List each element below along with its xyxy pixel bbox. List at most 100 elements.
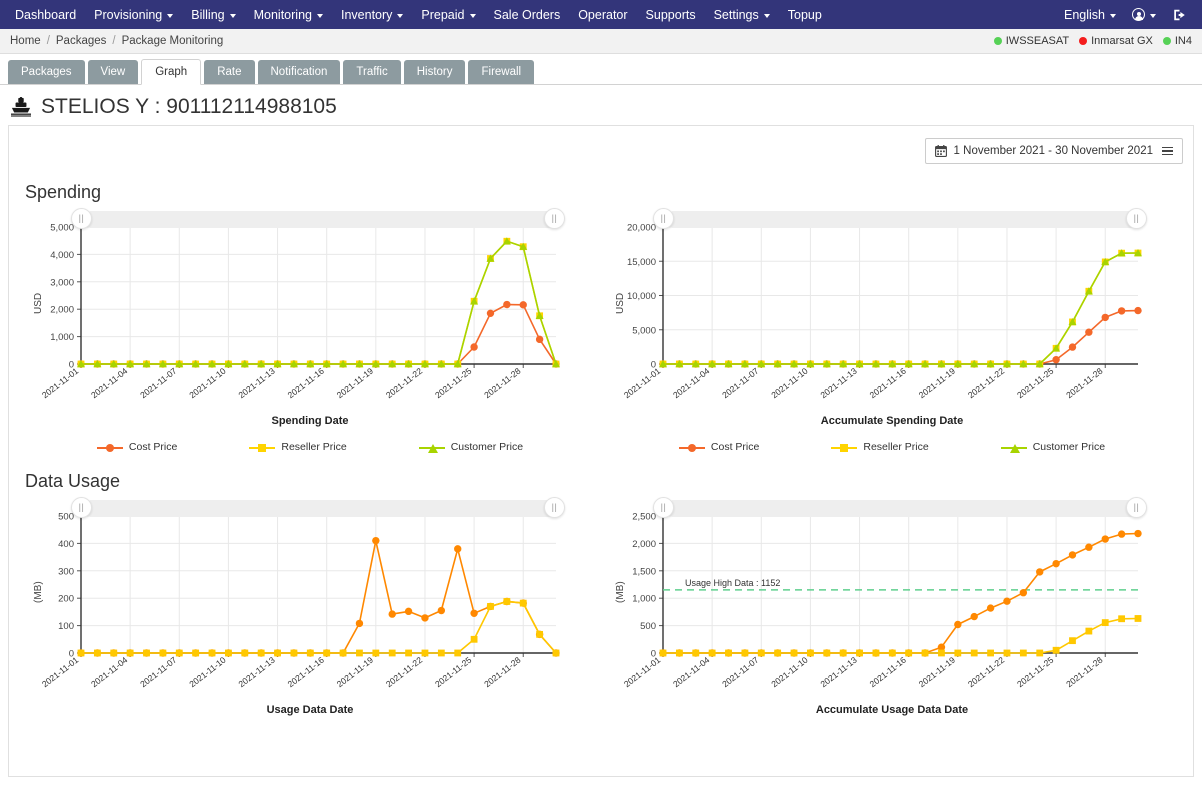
chart-range-handle-left[interactable]: || — [71, 497, 92, 518]
grip-icon: || — [551, 502, 558, 512]
nav-item-operator[interactable]: Operator — [569, 4, 636, 26]
chart-svg: 01,0002,0003,0004,0005,0002021-11-01 2021… — [40, 223, 560, 400]
breadcrumb-bar: Home / Packages / Package Monitoring IWSSEAS… — [0, 29, 1202, 54]
tab-firewall[interactable]: Firewall — [468, 60, 535, 84]
chart-range-handle-left[interactable]: || — [653, 497, 674, 518]
svg-text:3,000: 3,000 — [50, 277, 74, 288]
nav-item-settings[interactable]: Settings — [705, 4, 779, 26]
legend-item-reseller-price[interactable]: Reseller Price — [249, 441, 347, 453]
chart-range-scrollbar[interactable] — [671, 500, 1140, 517]
date-range-label: 1 November 2021 - 30 November 2021 — [953, 145, 1153, 157]
breadcrumb-item-home[interactable]: Home — [10, 35, 41, 47]
top-navbar: Dashboard Provisioning Billing Monitoring In… — [0, 0, 1202, 29]
legend-item-customer-price[interactable]: Customer Price — [1000, 441, 1106, 453]
legend-label-cost-price: Cost Price — [128, 441, 178, 453]
svg-text:2021-11-01: 2021-11-01 — [622, 366, 662, 401]
nav-item-label: Inventory — [340, 7, 393, 22]
tab-view[interactable]: View — [87, 60, 139, 84]
nav-item-billing[interactable]: Billing — [182, 4, 244, 26]
svg-text:400: 400 — [58, 539, 74, 550]
status-badge-inmarsat-gx: Inmarsat GX — [1079, 35, 1153, 47]
svg-text:2021-11-16: 2021-11-16 — [286, 655, 326, 690]
usage-charts-row: || || 0 100 200 300 400 500 2021-11-01 2021-11-04… — [19, 494, 1183, 716]
tab-history[interactable]: History — [403, 60, 466, 84]
chart-range-handle-right[interactable]: || — [1126, 497, 1147, 518]
svg-text:2021-11-04: 2021-11-04 — [671, 366, 711, 401]
tab-graph[interactable]: Graph — [141, 59, 202, 85]
svg-text:2,000: 2,000 — [632, 539, 656, 550]
nav-item-inventory[interactable]: Inventory — [332, 4, 412, 26]
chart-usage-accumulate: || || 0 500 1,000 1,500 2,000 2,500 2021-11-01 20… — [601, 494, 1183, 716]
network-status-list: IWSSEASAT Inmarsat GX IN4 — [993, 35, 1192, 47]
cost-price-key-icon — [678, 442, 705, 453]
breadcrumb-separator: / — [112, 35, 116, 47]
svg-text:2021-11-19: 2021-11-19 — [917, 366, 957, 401]
chart-svg: 05001,0001,5002,0002,5002021-11-01 2021-1… — [622, 512, 1142, 690]
grip-icon: || — [78, 502, 85, 512]
status-label: Inmarsat GX — [1091, 35, 1153, 47]
chart-range-handle-right[interactable]: || — [1126, 208, 1147, 229]
tab-bar: Packages View Graph Rate Notification Traffic… — [0, 54, 1202, 85]
yaxis-title: USD — [615, 292, 626, 314]
svg-text:2021-11-13: 2021-11-13 — [236, 655, 276, 690]
status-dot-icon — [1079, 37, 1088, 45]
svg-text:2021-11-10: 2021-11-10 — [187, 655, 227, 690]
chevron-down-icon — [1110, 13, 1116, 18]
xaxis-title-spending-accumulate: Accumulate Spending Date — [820, 415, 964, 427]
chart-range-handle-right[interactable]: || — [544, 497, 565, 518]
legend-label-customer-price: Customer Price — [1032, 441, 1106, 453]
chart-canvas-spending-accumulate[interactable]: || || 0 5,000 10,000 15,000 20,000 2021-11-01 20… — [601, 205, 1183, 413]
svg-text:2021-11-22: 2021-11-22 — [966, 366, 1006, 401]
chart-range-handle-left[interactable]: || — [653, 208, 674, 229]
logout-button[interactable] — [1165, 4, 1194, 26]
date-range-picker[interactable]: 1 November 2021 - 30 November 2021 — [924, 138, 1183, 164]
status-badge-in4: IN4 — [1162, 35, 1192, 47]
chart-canvas-usage-accumulate[interactable]: || || 0 500 1,000 1,500 2,000 2,500 2021-11-01 20… — [601, 494, 1183, 702]
nav-item-label: Topup — [787, 7, 822, 22]
chart-range-scrollbar[interactable] — [89, 211, 558, 228]
grip-icon: || — [660, 213, 667, 223]
grip-icon: || — [551, 213, 558, 223]
nav-item-label: Provisioning — [94, 7, 163, 22]
status-label: IN4 — [1174, 35, 1192, 47]
yaxis-title: USD — [33, 292, 44, 314]
tab-rate[interactable]: Rate — [204, 60, 255, 84]
user-menu[interactable] — [1125, 4, 1163, 25]
nav-item-supports[interactable]: Supports — [637, 4, 705, 26]
chart-canvas-usage-daily[interactable]: || || 0 100 200 300 400 500 2021-11-01 2021-11-04… — [19, 494, 601, 702]
legend-item-customer-price[interactable]: Customer Price — [418, 441, 524, 453]
svg-text:2021-11-07: 2021-11-07 — [138, 655, 178, 690]
svg-text:2021-11-28: 2021-11-28 — [1064, 655, 1104, 690]
legend-item-reseller-price[interactable]: Reseller Price — [831, 441, 929, 453]
chevron-down-icon — [316, 13, 323, 18]
chart-range-scrollbar[interactable] — [89, 500, 558, 517]
tab-traffic[interactable]: Traffic — [343, 60, 401, 84]
legend-item-cost-price[interactable]: Cost Price — [96, 441, 178, 453]
nav-item-provisioning[interactable]: Provisioning — [85, 4, 182, 26]
language-selector[interactable]: English — [1057, 4, 1123, 26]
chart-canvas-spending-daily[interactable]: || || 0 1,000 2,000 3,000 4,000 5,000 2021-11-01… — [19, 205, 601, 413]
svg-text:10,000: 10,000 — [627, 291, 656, 302]
chart-svg: 01002003004005002021-11-01 2021-11-04 2021… — [40, 512, 560, 690]
nav-item-dashboard[interactable]: Dashboard — [6, 4, 85, 26]
tab-packages[interactable]: Packages — [8, 60, 85, 84]
nav-item-sale-orders[interactable]: Sale Orders — [485, 4, 570, 26]
svg-text:2021-11-01: 2021-11-01 — [40, 655, 80, 690]
tab-notification[interactable]: Notification — [257, 60, 341, 84]
chart-range-scrollbar[interactable] — [671, 211, 1140, 228]
nav-item-prepaid[interactable]: Prepaid — [412, 4, 484, 26]
chart-range-handle-left[interactable]: || — [71, 208, 92, 229]
chevron-down-icon — [167, 13, 174, 18]
svg-text:1,000: 1,000 — [50, 332, 74, 343]
legend-label-customer-price: Customer Price — [450, 441, 524, 453]
user-icon — [1132, 8, 1145, 21]
menu-icon[interactable] — [1162, 146, 1173, 156]
nav-item-topup[interactable]: Topup — [779, 4, 831, 26]
svg-text:2,500: 2,500 — [632, 512, 656, 523]
chart-range-handle-right[interactable]: || — [544, 208, 565, 229]
legend-item-cost-price[interactable]: Cost Price — [678, 441, 759, 453]
breadcrumb-item-packages[interactable]: Packages — [56, 35, 107, 47]
customer-price-key-icon — [418, 442, 445, 453]
main-menu: Dashboard Provisioning Billing Monitoring In… — [6, 4, 1057, 26]
nav-item-monitoring[interactable]: Monitoring — [245, 4, 332, 26]
